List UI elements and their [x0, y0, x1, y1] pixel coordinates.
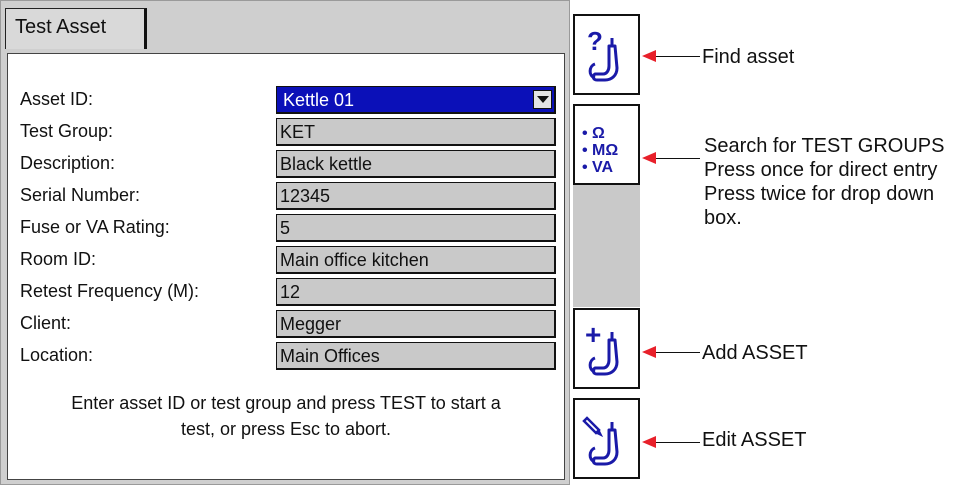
device-screen: Test Asset Asset ID: Kettle 01 Test Grou…	[0, 0, 570, 485]
description-label: Description:	[20, 153, 116, 173]
description-field[interactable]: Black kettle	[276, 150, 556, 178]
asset-id-value: Kettle 01	[283, 90, 355, 110]
help-line-1: Enter asset ID or test group and press T…	[71, 393, 501, 413]
form-row-room-id: Room ID: Main office kitchen	[8, 244, 566, 276]
test-groups-arrowhead	[642, 152, 656, 164]
client-label: Client:	[20, 313, 72, 333]
test-groups-caption-4: box.	[704, 207, 742, 229]
edit-arrow-line	[656, 442, 700, 443]
add-asset-glyph: +	[585, 319, 601, 350]
serial-number-label: Serial Number:	[20, 185, 141, 205]
form-row-asset-id: Asset ID: Kettle 01	[8, 84, 566, 116]
add-arrow-line	[656, 352, 700, 353]
add-arrowhead	[642, 346, 656, 358]
find-arrow-line	[656, 56, 700, 57]
room-id-field[interactable]: Main office kitchen	[276, 246, 556, 274]
form-row-test-group: Test Group: KET	[8, 116, 566, 148]
test-groups-icon: • Ω • MΩ • VA	[582, 125, 618, 176]
location-field[interactable]: Main Offices	[276, 342, 556, 370]
test-groups-button[interactable]: • Ω • MΩ • VA	[573, 104, 640, 185]
edit-asset-button[interactable]	[573, 398, 640, 479]
pencil-icon	[582, 416, 601, 435]
asset-id-label: Asset ID:	[20, 89, 94, 109]
add-asset-button[interactable]: +	[573, 308, 640, 389]
edit-asset-caption: Edit ASSET	[702, 429, 807, 451]
form-row-description: Description: Black kettle	[8, 148, 566, 180]
test-group-ohm: • Ω	[582, 125, 605, 142]
find-asset-glyph: ?	[587, 26, 603, 56]
fuse-rating-field[interactable]: 5	[276, 214, 556, 242]
softkey-spacer	[573, 183, 640, 307]
add-asset-caption: Add ASSET	[702, 342, 808, 364]
asset-form-panel: Asset ID: Kettle 01 Test Group: KET Desc…	[7, 53, 565, 480]
find-asset-caption: Find asset	[702, 46, 795, 68]
room-id-label: Room ID:	[20, 249, 97, 269]
test-group-field[interactable]: KET	[276, 118, 556, 146]
tab-test-asset[interactable]: Test Asset	[5, 8, 147, 49]
form-row-location: Location: Main Offices	[8, 340, 566, 372]
find-arrowhead	[642, 50, 656, 62]
fuse-rating-label: Fuse or VA Rating:	[20, 217, 170, 237]
test-group-megohm: • MΩ	[582, 142, 618, 159]
test-groups-caption-3: Press twice for drop down	[704, 183, 935, 205]
add-asset-icon: +	[585, 319, 619, 376]
location-label: Location:	[20, 345, 94, 365]
retest-frequency-label: Retest Frequency (M):	[20, 281, 200, 301]
test-groups-caption-2: Press once for direct entry	[704, 159, 938, 181]
test-group-label: Test Group:	[20, 121, 114, 141]
asset-id-select[interactable]: Kettle 01	[276, 86, 556, 114]
client-field[interactable]: Megger	[276, 310, 556, 338]
test-groups-caption: Search for TEST GROUPS Press once for di…	[704, 134, 944, 230]
form-row-serial-number: Serial Number: 12345	[8, 180, 566, 212]
help-line-2: test, or press Esc to abort.	[180, 419, 392, 439]
dropdown-arrow-icon[interactable]	[533, 90, 552, 109]
serial-number-field[interactable]: 12345	[276, 182, 556, 210]
retest-frequency-field[interactable]: 12	[276, 278, 556, 306]
edit-arrowhead	[642, 436, 656, 448]
edit-asset-icon	[582, 416, 619, 466]
find-asset-button[interactable]: ?	[573, 14, 640, 95]
test-groups-arrow-line	[656, 158, 700, 159]
find-asset-icon: ?	[587, 26, 619, 82]
form-row-retest-frequency: Retest Frequency (M): 12	[8, 276, 566, 308]
form-row-client: Client: Megger	[8, 308, 566, 340]
help-text: Enter asset ID or test group and press T…	[16, 390, 556, 442]
test-groups-caption-1: Search for TEST GROUPS	[704, 135, 945, 157]
form-row-fuse-rating: Fuse or VA Rating: 5	[8, 212, 566, 244]
test-group-va: • VA	[582, 159, 614, 176]
